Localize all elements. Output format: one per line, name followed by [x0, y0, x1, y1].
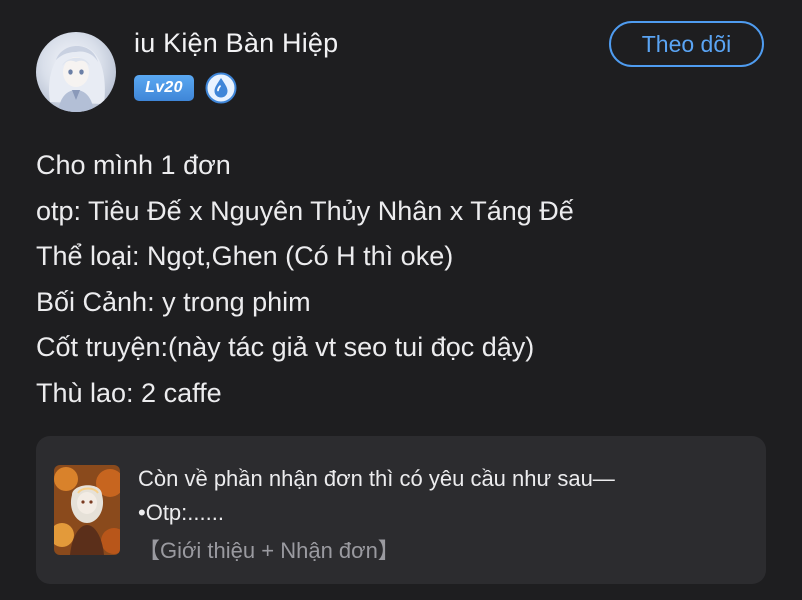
post-container: iu Kiện Bàn Hiệp Lv20 Theo dõi Cho mình …: [0, 0, 802, 600]
post-line: Thù lao: 2 caffe: [36, 377, 222, 408]
linked-post-thumbnail: [54, 465, 120, 555]
avatar-image: [49, 45, 105, 112]
post-line: otp: Tiêu Đế x Nguyên Thủy Nhân x Táng Đ…: [36, 195, 574, 226]
linked-post-tag: 【Giới thiệu + Nhận đơn】: [138, 538, 400, 563]
post-body: Cho mình 1 đơn otp: Tiêu Đế x Nguyên Thủ…: [36, 143, 776, 416]
author-avatar[interactable]: [36, 32, 116, 112]
post-line: Cốt truyện:(này tác giả vt seo tui đọc d…: [36, 332, 535, 362]
level-badge: Lv20: [134, 75, 194, 101]
linked-post-card[interactable]: Còn về phần nhận đơn thì có yêu cầu như …: [36, 436, 766, 584]
water-drop-rank-badge-icon: [205, 72, 237, 104]
post-line: Bối Cảnh: y trong phim: [36, 286, 311, 317]
linked-post-line: •Otp:......: [138, 500, 224, 525]
linked-post-text: Còn về phần nhận đơn thì có yêu cầu như …: [138, 462, 748, 568]
follow-button[interactable]: Theo dõi: [609, 21, 764, 67]
linked-post-line: Còn về phần nhận đơn thì có yêu cầu như …: [138, 466, 615, 491]
author-name[interactable]: iu Kiện Bàn Hiệp: [134, 28, 338, 59]
post-line: Thể loại: Ngọt,Ghen (Có H thì oke): [36, 241, 454, 271]
post-line: Cho mình 1 đơn: [36, 150, 231, 180]
